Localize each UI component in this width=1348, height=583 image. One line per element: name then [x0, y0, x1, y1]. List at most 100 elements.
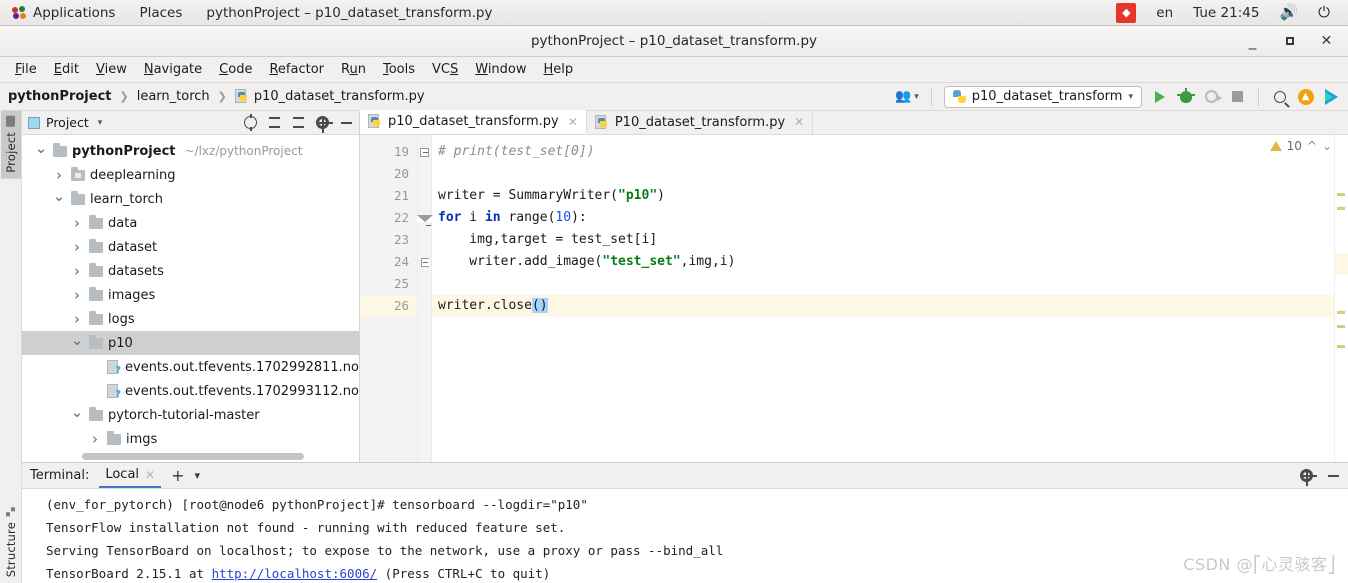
menu-navigate[interactable]: Navigate	[136, 60, 210, 79]
hide-panel-icon[interactable]	[340, 116, 353, 129]
menu-refactor[interactable]: Refactor	[261, 60, 332, 79]
code-line[interactable]: writer.add_image("test_set",img,i)	[432, 251, 1334, 273]
scroll-from-source-icon[interactable]	[244, 114, 257, 131]
code-line[interactable]	[432, 163, 1334, 185]
tree-node[interactable]: deeplearning	[22, 163, 359, 187]
warning-marker[interactable]	[1337, 311, 1345, 314]
run-configuration-selector[interactable]: p10_dataset_transform ▾	[943, 85, 1142, 108]
tree-node[interactable]: pytorch-tutorial-master	[22, 403, 359, 427]
menu-vcs[interactable]: VCS	[424, 60, 466, 79]
menu-run[interactable]: Run	[333, 60, 374, 79]
tree-twisty-right-icon[interactable]	[70, 214, 84, 232]
code-line[interactable]: writer = SummaryWriter("p10")	[432, 185, 1334, 207]
tree-twisty-right-icon[interactable]	[88, 430, 102, 448]
project-tree[interactable]: pythonProject ~/lxz/pythonProject deeplear…	[22, 135, 359, 462]
ime-indicator[interactable]: ◆	[1106, 0, 1146, 26]
warning-marker[interactable]	[1337, 207, 1345, 210]
tree-node[interactable]: images	[22, 283, 359, 307]
places-menu[interactable]: Places	[127, 0, 194, 26]
tree-twisty-down-icon[interactable]	[70, 406, 84, 424]
new-terminal-icon[interactable]: +	[171, 467, 184, 484]
sidebar-item-structure[interactable]: Structure	[1, 501, 21, 583]
chevron-down-icon[interactable]: ▾	[98, 118, 103, 128]
tree-node[interactable]: datasets	[22, 259, 359, 283]
chevron-down-icon[interactable]: ▾	[195, 469, 201, 482]
warning-marker[interactable]	[1337, 345, 1345, 348]
chevron-down-icon[interactable]: ⌄	[1322, 139, 1332, 153]
keyboard-layout[interactable]: en	[1146, 0, 1183, 26]
tree-node[interactable]: imgs	[22, 427, 359, 451]
tree-twisty-right-icon[interactable]	[70, 286, 84, 304]
menu-code[interactable]: Code	[211, 60, 260, 79]
editor-marker-bar[interactable]	[1334, 135, 1348, 462]
share-icon[interactable]	[1323, 88, 1340, 105]
close-icon[interactable]: ✕	[568, 115, 578, 129]
gear-icon[interactable]	[316, 116, 333, 133]
close-icon[interactable]: ✕	[145, 468, 155, 482]
tree-node[interactable]: learn_torch	[22, 187, 359, 211]
editor-tab[interactable]: P10_dataset_transform.py ✕	[587, 110, 814, 134]
warning-marker[interactable]	[1337, 325, 1345, 328]
applications-menu[interactable]: Applications	[0, 0, 127, 26]
breadcrumb-project[interactable]: pythonProject	[8, 89, 112, 104]
tree-twisty-right-icon[interactable]	[70, 238, 84, 256]
breadcrumb-folder[interactable]: learn_torch	[137, 89, 210, 104]
code-line[interactable]: img,target = test_set[i]	[432, 229, 1334, 251]
tree-node[interactable]: ? events.out.tfevents.1702993112.node	[22, 379, 359, 403]
gear-icon[interactable]	[1300, 469, 1317, 486]
tree-horizontal-scrollbar[interactable]	[82, 453, 304, 460]
update-icon[interactable]: ▲	[1297, 88, 1314, 105]
menu-window[interactable]: Window	[467, 60, 534, 79]
code-viewport[interactable]: 19 20 21 22 23 24 25 26 # print(test_set…	[360, 135, 1348, 462]
search-icon[interactable]	[1271, 88, 1288, 105]
tree-twisty-down-icon[interactable]	[52, 190, 66, 208]
stop-button[interactable]	[1229, 88, 1246, 105]
debug-button[interactable]	[1176, 87, 1195, 105]
code-text[interactable]: # print(test_set[0]) writer = SummaryWri…	[432, 135, 1334, 462]
code-folding-gutter[interactable]	[416, 135, 433, 462]
minimize-button[interactable]: _	[1245, 33, 1260, 49]
tree-twisty-down-icon[interactable]	[34, 142, 48, 160]
tree-twisty-right-icon[interactable]	[52, 166, 66, 184]
code-line[interactable]: for i in range(10):	[432, 207, 1334, 229]
close-icon[interactable]: ✕	[794, 115, 804, 129]
clock[interactable]: Tue 21:45	[1183, 0, 1269, 26]
tree-node[interactable]: p10	[22, 331, 359, 355]
close-button[interactable]: ✕	[1319, 33, 1334, 49]
tree-twisty-right-icon[interactable]	[70, 310, 84, 328]
code-line[interactable]: # print(test_set[0])	[432, 141, 1334, 163]
menu-view[interactable]: View	[88, 60, 135, 79]
collapse-all-icon[interactable]	[292, 116, 305, 129]
code-line[interactable]	[432, 273, 1334, 295]
tree-node[interactable]: pythonProject ~/lxz/pythonProject	[22, 139, 359, 163]
sidebar-item-project[interactable]: Project	[0, 111, 21, 179]
fold-marker[interactable]	[418, 251, 431, 273]
hide-panel-icon[interactable]	[1327, 469, 1340, 482]
code-line[interactable]: writer.close()	[432, 295, 1334, 317]
editor-tab[interactable]: p10_dataset_transform.py ✕	[360, 110, 587, 134]
run-button[interactable]	[1151, 88, 1168, 105]
volume-icon[interactable]: 🔊	[1269, 0, 1308, 26]
power-icon[interactable]: ⏻	[1308, 0, 1340, 26]
breadcrumb-file[interactable]: p10_dataset_transform.py	[254, 89, 425, 104]
chevron-up-icon[interactable]: ^	[1307, 139, 1317, 153]
tree-twisty-down-icon[interactable]	[70, 334, 84, 352]
tree-node[interactable]: dataset	[22, 235, 359, 259]
expand-all-icon[interactable]	[268, 116, 281, 129]
terminal-tab-local[interactable]: Local ✕	[99, 463, 162, 488]
menu-edit[interactable]: Edit	[46, 60, 87, 79]
menu-tools[interactable]: Tools	[375, 60, 423, 79]
terminal-output[interactable]: (env_for_pytorch) [root@node6 pythonProj…	[22, 489, 1348, 583]
inspection-status[interactable]: 10 ^ ⌄	[1269, 139, 1332, 153]
collaborate-button[interactable]: 👥 ▾	[895, 89, 919, 104]
fold-marker[interactable]	[416, 207, 433, 229]
tree-node[interactable]: data	[22, 211, 359, 235]
fold-marker[interactable]	[418, 141, 431, 163]
menu-file[interactable]: File	[7, 60, 45, 79]
profile-button[interactable]	[1203, 88, 1222, 105]
menu-help[interactable]: Help	[536, 60, 582, 79]
tree-node[interactable]: ? events.out.tfevents.1702992811.node	[22, 355, 359, 379]
tensorboard-link[interactable]: http://localhost:6006/	[212, 566, 378, 581]
maximize-button[interactable]	[1282, 34, 1297, 49]
tree-node[interactable]: logs	[22, 307, 359, 331]
